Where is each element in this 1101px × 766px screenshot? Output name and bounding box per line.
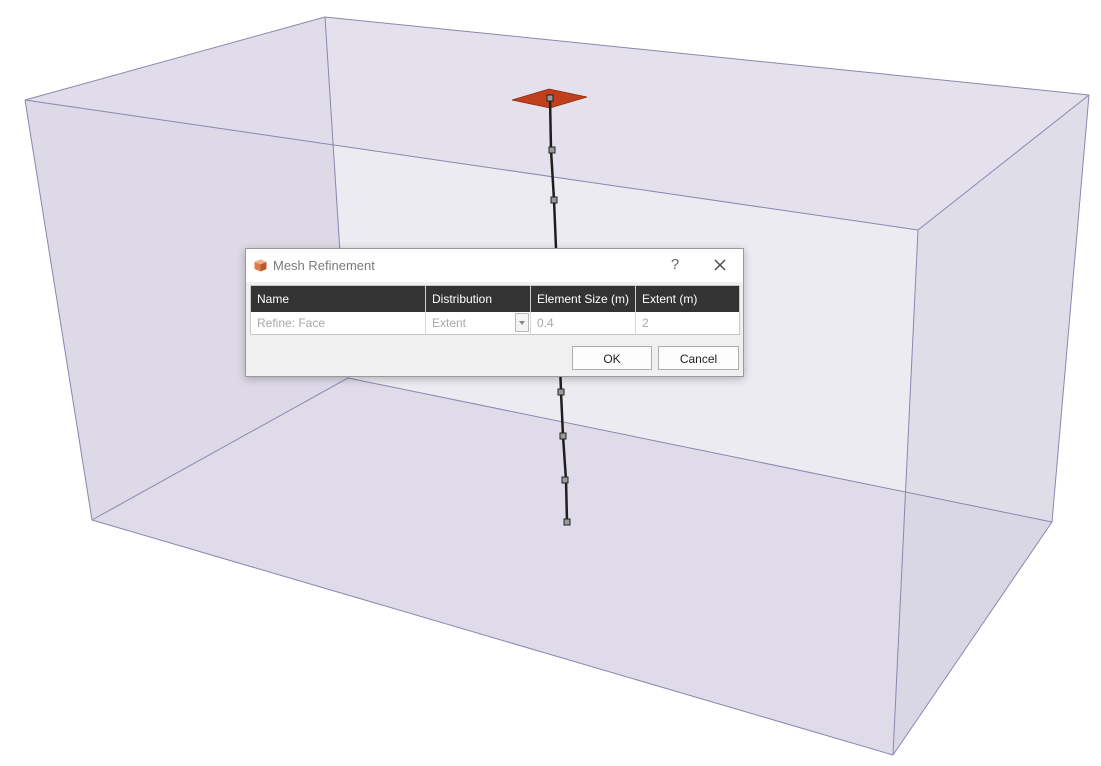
node — [548, 146, 556, 154]
dialog-titlebar[interactable]: Mesh Refinement ? — [246, 249, 743, 282]
column-header-name[interactable]: Name — [251, 286, 426, 312]
3d-viewport[interactable] — [0, 0, 1101, 766]
mesh-refinement-dialog: Mesh Refinement ? Name Distribution Elem… — [245, 248, 744, 377]
close-icon — [714, 259, 726, 271]
cancel-button[interactable]: Cancel — [658, 346, 739, 370]
refinement-table: Name Distribution Element Size (m) Exten… — [250, 285, 740, 335]
help-button[interactable]: ? — [664, 254, 686, 276]
column-header-element-size[interactable]: Element Size (m) — [531, 286, 636, 312]
chevron-down-icon[interactable] — [515, 313, 529, 332]
node — [561, 476, 569, 484]
node — [557, 388, 565, 396]
column-header-distribution[interactable]: Distribution — [426, 286, 531, 312]
distribution-select[interactable]: Extent — [426, 312, 531, 334]
node — [559, 432, 567, 440]
column-header-extent[interactable]: Extent (m) — [636, 286, 739, 312]
ok-button[interactable]: OK — [572, 346, 652, 370]
node — [550, 196, 558, 204]
distribution-value: Extent — [432, 316, 467, 330]
cell-name[interactable]: Refine: Face — [251, 312, 426, 334]
close-button[interactable] — [708, 254, 732, 276]
cell-extent[interactable]: 2 — [636, 312, 739, 334]
cell-element-size[interactable]: 0.4 — [531, 312, 636, 334]
mesh-refinement-app-icon — [254, 259, 267, 272]
dialog-title: Mesh Refinement — [273, 258, 375, 273]
node — [546, 94, 554, 102]
node — [563, 518, 571, 526]
